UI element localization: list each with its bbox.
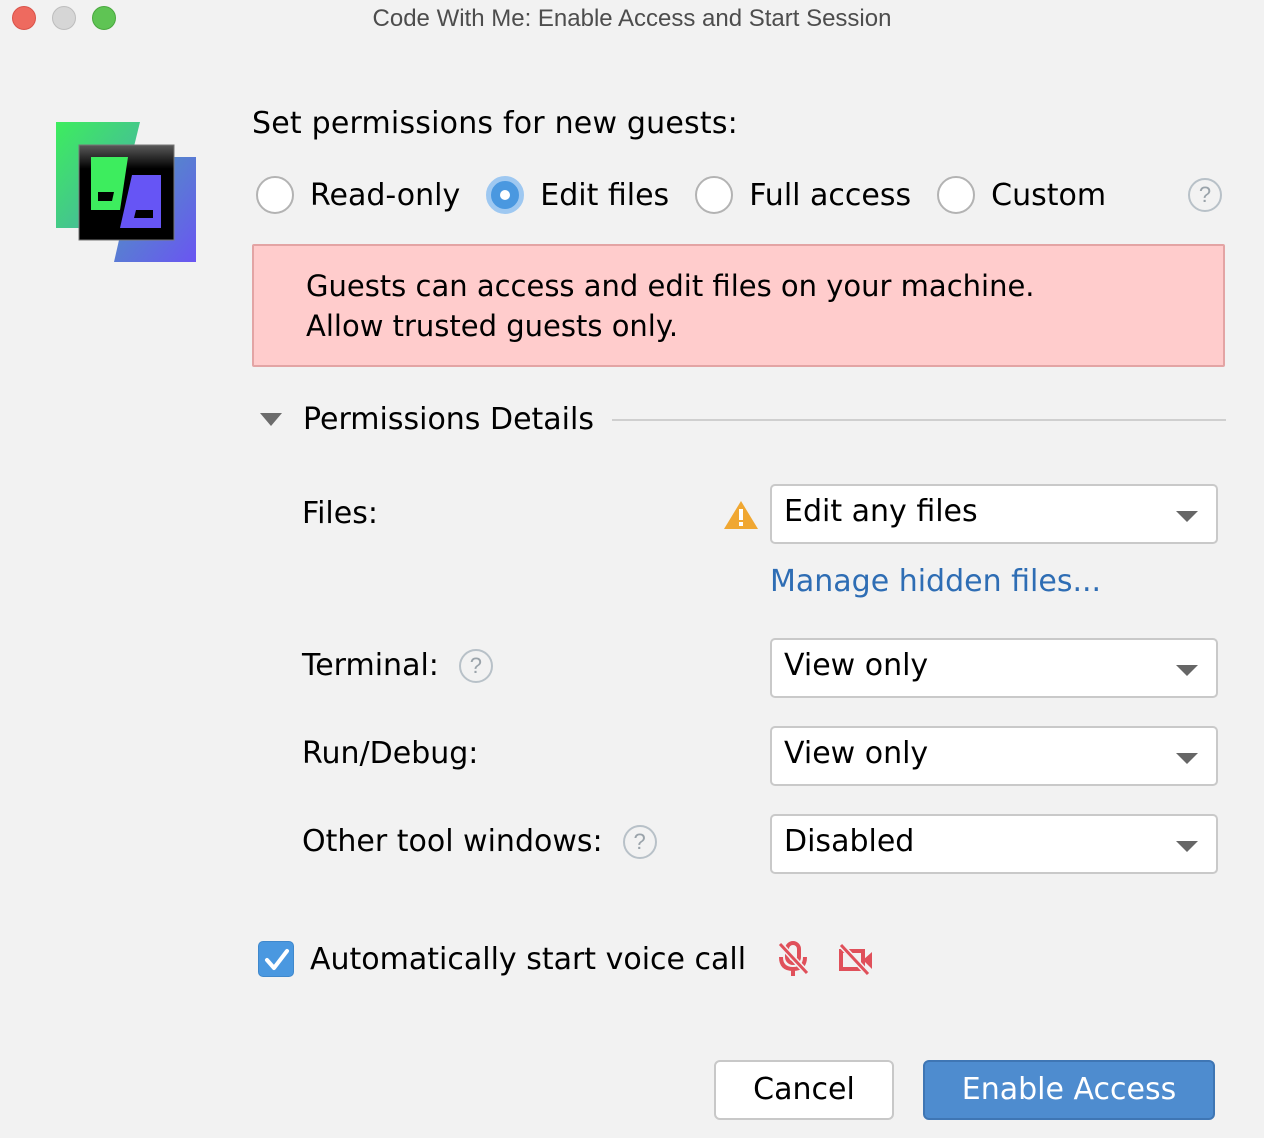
other-tool-windows-permission-dropdown[interactable]: Disabled [770, 814, 1218, 874]
terminal-label: Terminal: ? [302, 648, 493, 683]
chevron-down-icon [1176, 665, 1198, 676]
section-divider [611, 419, 1226, 421]
permission-level-radio-group: Read-only Edit files Full access Custom [256, 172, 1132, 218]
label-text: Run/Debug: [302, 736, 479, 771]
microphone-off-icon[interactable] [776, 940, 810, 978]
radio-button[interactable] [256, 176, 294, 214]
radio-label: Custom [991, 177, 1107, 213]
camera-off-icon[interactable] [838, 943, 874, 975]
label-text: Other tool windows: [302, 824, 603, 859]
radio-label: Full access [749, 177, 912, 213]
chevron-down-icon [1176, 511, 1198, 522]
voice-call-label: Automatically start voice call [310, 941, 747, 977]
section-title: Permissions Details [303, 401, 594, 437]
warning-banner: Guests can access and edit files on your… [252, 244, 1225, 367]
question-mark-icon[interactable]: ? [458, 648, 493, 683]
permissions-details-toggle[interactable]: Permissions Details [260, 398, 1226, 440]
cancel-button[interactable]: Cancel [714, 1060, 894, 1120]
checkmark-icon [265, 949, 289, 970]
chevron-down-icon [1176, 841, 1198, 852]
other-tool-windows-label: Other tool windows: ? [302, 824, 657, 859]
radio-label: Edit files [540, 177, 670, 213]
dropdown-value: Edit any files [784, 494, 978, 529]
terminal-permission-dropdown[interactable]: View only [770, 638, 1218, 698]
dropdown-value: Disabled [784, 824, 915, 859]
triangle-down-icon [260, 412, 282, 426]
files-label: Files: [302, 496, 378, 531]
label-text: Terminal: [302, 648, 439, 683]
warning-icon [724, 501, 758, 529]
manage-hidden-files-link[interactable]: Manage hidden files... [770, 564, 1101, 599]
window-title: Code With Me: Enable Access and Start Se… [372, 5, 892, 32]
code-with-me-logo-icon [56, 122, 196, 262]
title-bar: Code With Me: Enable Access and Start Se… [0, 0, 1264, 40]
radio-custom[interactable]: Custom [937, 176, 1106, 214]
radio-read-only[interactable]: Read-only [256, 176, 460, 214]
voice-call-checkbox[interactable] [258, 941, 294, 977]
enable-access-button[interactable]: Enable Access [923, 1060, 1215, 1120]
radio-button[interactable] [695, 176, 734, 214]
warning-text-line-2: Allow trusted guests only. [306, 309, 679, 343]
radio-button-selected[interactable] [486, 176, 525, 214]
dropdown-value: View only [784, 648, 929, 683]
radio-edit-files[interactable]: Edit files [486, 176, 669, 214]
question-mark-icon[interactable]: ? [622, 824, 657, 859]
files-permission-dropdown[interactable]: Edit any files [770, 484, 1218, 544]
question-mark-icon[interactable]: ? [1188, 178, 1222, 212]
radio-button[interactable] [937, 176, 976, 214]
dropdown-value: View only [784, 736, 929, 771]
radio-full-access[interactable]: Full access [695, 176, 911, 214]
label-text: Files: [302, 496, 378, 531]
run-debug-label: Run/Debug: [302, 736, 478, 771]
chevron-down-icon [1176, 753, 1198, 764]
warning-text-line-1: Guests can access and edit files on your… [306, 269, 1035, 303]
radio-label: Read-only [310, 177, 461, 213]
permissions-heading: Set permissions for new guests: [252, 106, 738, 141]
run-debug-permission-dropdown[interactable]: View only [770, 726, 1218, 786]
voice-call-option: Automatically start voice call [258, 940, 874, 978]
